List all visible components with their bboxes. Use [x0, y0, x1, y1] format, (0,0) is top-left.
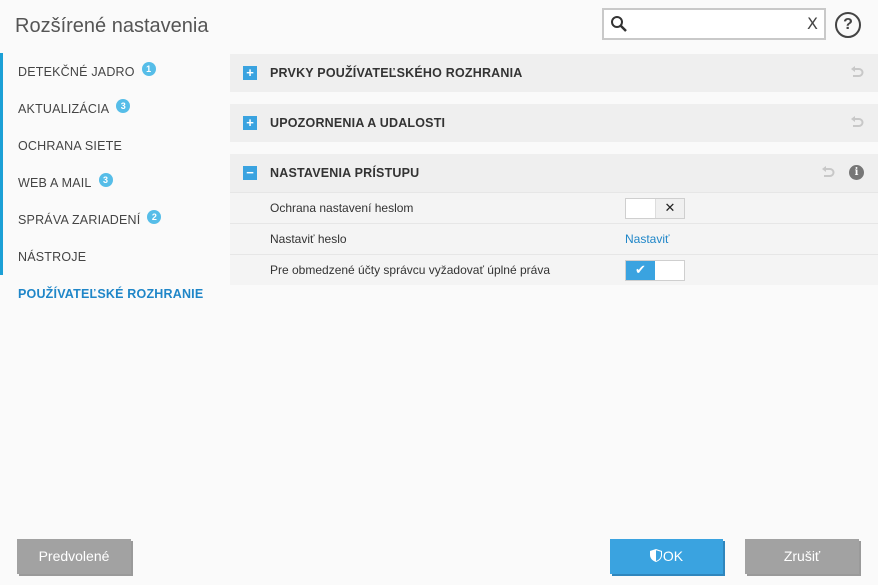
default-button[interactable]: Predvolené [17, 539, 131, 574]
password-protection-toggle[interactable]: ✕ [625, 198, 685, 219]
revert-icon[interactable] [850, 116, 864, 130]
section-ui-elements[interactable]: + PRVKY POUŽÍVATEĽSKÉHO ROZHRANIA [230, 54, 878, 92]
toggle-on-icon: ✔ [626, 261, 655, 280]
section-title: UPOZORNENIA A UDALOSTI [270, 116, 446, 130]
setting-row-set-password: Nastaviť heslo Nastaviť [230, 223, 878, 254]
sidebar-item-label: AKTUALIZÁCIA [18, 101, 110, 116]
sidebar-item-badge: 3 [98, 172, 113, 187]
setting-label: Pre obmedzené účty správcu vyžadovať úpl… [270, 263, 550, 277]
sidebar-item-label: OCHRANA SIETE [18, 138, 123, 153]
search-icon [611, 16, 627, 32]
sidebar-item-detekcne-jadro[interactable]: DETEKČNÉ JADRO 1 [0, 53, 220, 90]
sidebar-item-label: DETEKČNÉ JADRO [18, 64, 135, 79]
access-settings-rows: Ochrana nastavení heslom ✕ Nastaviť hesl… [230, 192, 878, 285]
section-title: PRVKY POUŽÍVATEĽSKÉHO ROZHRANIA [270, 66, 523, 80]
toggle-off-icon: ✕ [655, 199, 684, 218]
require-admin-rights-toggle[interactable]: ✔ [625, 260, 685, 281]
section-title: NASTAVENIA PRÍSTUPU [270, 166, 420, 180]
search-box[interactable]: X [602, 8, 826, 40]
sidebar-item-label: SPRÁVA ZARIADENÍ [18, 212, 141, 227]
setting-row-password-protection: Ochrana nastavení heslom ✕ [230, 192, 878, 223]
sidebar-item-badge: 3 [116, 98, 131, 113]
sidebar-item-ochrana-siete[interactable]: OCHRANA SIETE [0, 127, 220, 164]
setting-row-require-admin-rights: Pre obmedzené účty správcu vyžadovať úpl… [230, 254, 878, 285]
expand-icon[interactable]: + [243, 66, 257, 80]
sidebar-item-label: POUŽÍVATEĽSKÉ ROZHRANIE [18, 286, 204, 301]
expand-icon[interactable]: + [243, 116, 257, 130]
collapse-icon[interactable]: − [243, 166, 257, 180]
sidebar-item-badge: 2 [147, 209, 162, 224]
set-password-link[interactable]: Nastaviť [625, 232, 670, 246]
sidebar-item-pouzivatelske-rozhranie[interactable]: POUŽÍVATEĽSKÉ ROZHRANIE [0, 275, 220, 312]
shield-icon [649, 549, 662, 562]
search-input[interactable] [632, 14, 800, 34]
main-panel: + PRVKY POUŽÍVATEĽSKÉHO ROZHRANIA + UPOZ… [230, 54, 878, 285]
setting-label: Ochrana nastavení heslom [270, 201, 414, 215]
setting-label: Nastaviť heslo [270, 232, 347, 246]
sidebar-item-label: WEB A MAIL [18, 175, 92, 190]
section-notifications[interactable]: + UPOZORNENIA A UDALOSTI [230, 104, 878, 142]
help-icon[interactable]: ? [835, 12, 861, 38]
sidebar: DETEKČNÉ JADRO 1 AKTUALIZÁCIA 3 OCHRANA … [0, 53, 220, 312]
sidebar-item-badge: 1 [141, 61, 156, 76]
cancel-button[interactable]: Zrušiť [745, 539, 859, 574]
sidebar-item-label: NÁSTROJE [18, 249, 87, 264]
sidebar-item-aktualizacia[interactable]: AKTUALIZÁCIA 3 [0, 90, 220, 127]
ok-button[interactable]: OK [610, 539, 723, 574]
sidebar-item-sprava-zariadeni[interactable]: SPRÁVA ZARIADENÍ 2 [0, 201, 220, 238]
section-access-settings[interactable]: − NASTAVENIA PRÍSTUPU i [230, 154, 878, 192]
revert-icon[interactable] [850, 66, 864, 80]
ok-button-label: OK [662, 548, 684, 564]
sidebar-item-web-a-mail[interactable]: WEB A MAIL 3 [0, 164, 220, 201]
sidebar-item-nastroje[interactable]: NÁSTROJE [0, 238, 220, 275]
revert-icon[interactable] [821, 166, 835, 180]
page-title: Rozšírené nastavenia [15, 15, 209, 37]
clear-search-icon[interactable]: X [807, 14, 818, 33]
info-icon[interactable]: i [849, 165, 864, 180]
